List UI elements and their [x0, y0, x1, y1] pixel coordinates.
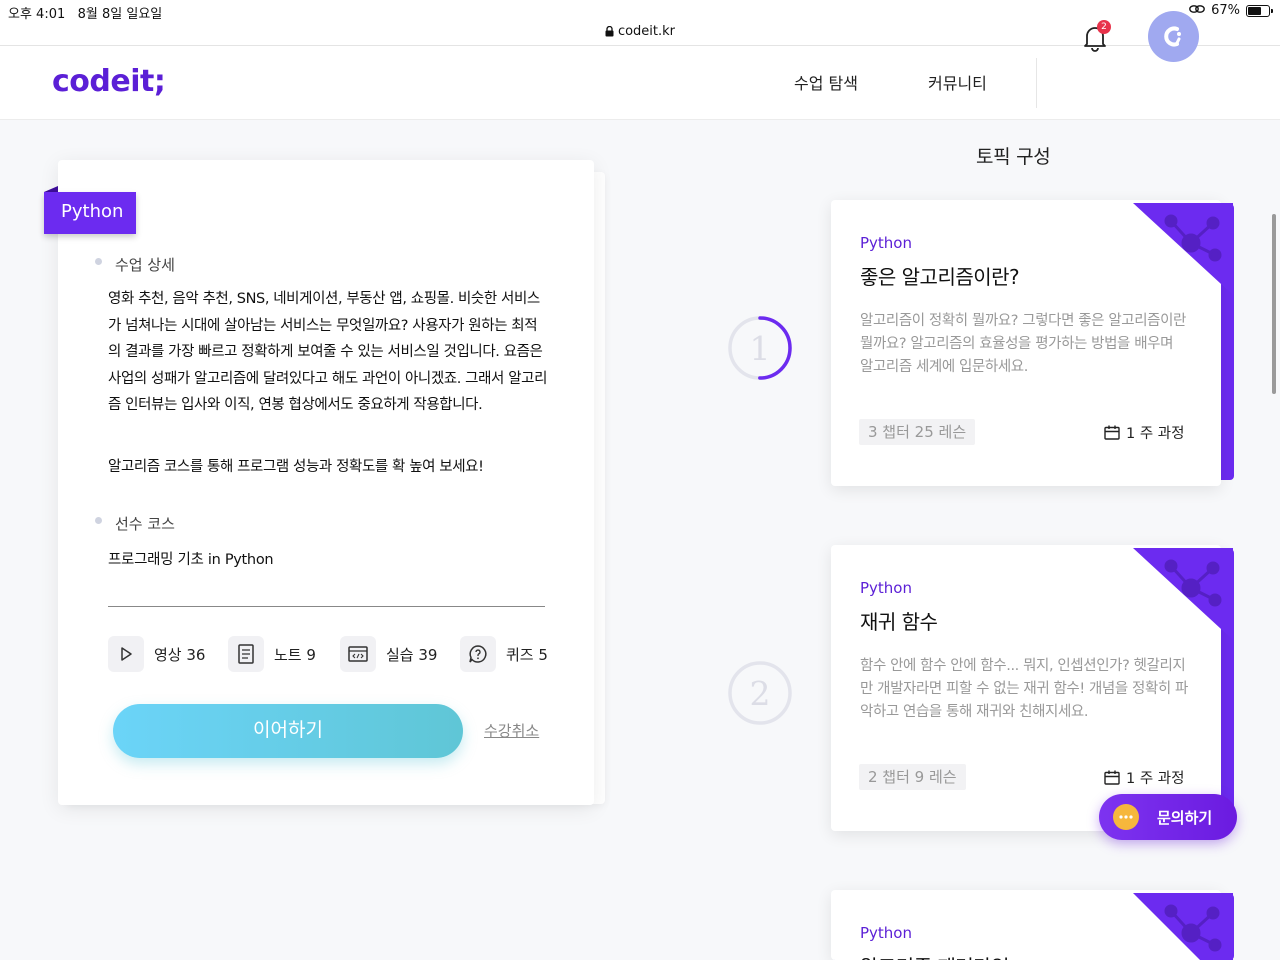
topic-duration: 1 주 과정 [1104, 422, 1184, 443]
url-text: codeit.kr [617, 24, 676, 39]
topic-title: 좋은 알고리즘이란? [860, 265, 1020, 289]
topic-lang: Python [860, 924, 912, 942]
topic-lang: Python [860, 579, 912, 597]
divider [108, 606, 545, 607]
code-window-icon [340, 636, 376, 672]
molecule-icon [1133, 203, 1233, 295]
question-bubble-icon [460, 636, 496, 672]
stat-quiz-label: 퀴즈 5 [506, 645, 548, 664]
nav-community[interactable]: 커뮤니티 [928, 70, 987, 94]
step-number: 1 [750, 329, 771, 368]
topic-chapters: 3 챕터 25 레슨 [859, 419, 976, 445]
avatar[interactable] [1148, 11, 1199, 62]
stat-note: 노트 9 [228, 636, 316, 672]
stat-video-label: 영상 36 [154, 645, 206, 664]
course-description: 영화 추천, 음악 추천, SNS, 네비게이션, 부동산 앱, 쇼핑몰. 비슷… [108, 291, 548, 413]
topic-desc: 알고리즘이 정확히 뭘까요? 그렇다면 좋은 알고리즘이란 뭘까요? 알고리즘의… [860, 313, 1186, 375]
stat-practice: 실습 39 [340, 636, 437, 672]
calendar-icon [1104, 425, 1120, 440]
step-progress-2: 2 [728, 661, 792, 725]
play-icon [108, 636, 144, 672]
help-label: 문의하기 [1157, 809, 1213, 827]
bullet-dot [95, 517, 102, 524]
nav-courses[interactable]: 수업 탐색 [794, 70, 858, 94]
note-icon [228, 636, 264, 672]
scrollbar[interactable] [1272, 214, 1276, 394]
topic-lang: Python [860, 234, 912, 252]
lock-icon [605, 25, 614, 36]
topic-title-clip: 알고리즘 패러다임 [860, 944, 1160, 960]
prereq-course-link[interactable]: 프로그래밍 기초 in Python [108, 548, 274, 569]
step-progress-1: 1 [728, 316, 792, 380]
topic-desc: 함수 안에 함수 안에 함수... 뭐지, 인셉션인가? 헷갈리지만 개발자라면… [860, 658, 1188, 720]
course-description-cta: 알고리즘 코스를 통해 프로그램 성능과 정확도를 확 높여 보세요! [108, 459, 484, 475]
stat-note-label: 노트 9 [274, 645, 316, 664]
header-divider [1036, 58, 1037, 108]
battery-icon [1246, 4, 1273, 17]
calendar-icon [1104, 770, 1120, 785]
codeit-logo[interactable]: codeit; [52, 64, 166, 99]
step-number: 2 [750, 674, 771, 713]
status-bar: 오후 4:01 8월 8일 일요일 67% [0, 0, 1280, 22]
cancel-enrollment-link[interactable]: 수강취소 [484, 720, 539, 741]
section-label-detail: 수업 상세 [115, 256, 175, 274]
battery-percent: 67% [1211, 3, 1240, 18]
stat-quiz: 퀴즈 5 [460, 636, 548, 672]
bullet-dot [95, 258, 102, 265]
site-header: codeit; 수업 탐색 커뮤니티 [0, 46, 1280, 120]
topic-chapters: 2 챕터 9 레슨 [859, 764, 966, 790]
topic-title: 알고리즘 패러다임 [860, 951, 1010, 960]
course-tag: Python [44, 192, 136, 234]
stat-video: 영상 36 [108, 636, 205, 672]
help-button[interactable]: 문의하기 [1099, 794, 1237, 840]
codeit-avatar-icon [1164, 26, 1181, 47]
notification-badge: 2 [1097, 20, 1111, 34]
topic-duration: 1 주 과정 [1104, 767, 1184, 788]
molecule-icon [1133, 548, 1233, 640]
topic-title: 재귀 함수 [860, 610, 938, 634]
chat-bubble-icon [1113, 804, 1139, 830]
status-time: 오후 4:01 8월 8일 일요일 [8, 7, 163, 22]
topics-heading: 토픽 구성 [976, 146, 1051, 168]
section-label-prereq: 선수 코스 [115, 515, 175, 533]
stat-practice-label: 실습 39 [386, 645, 438, 664]
continue-button[interactable]: 이어하기 [113, 704, 463, 758]
status-right: 67% [1189, 3, 1273, 18]
